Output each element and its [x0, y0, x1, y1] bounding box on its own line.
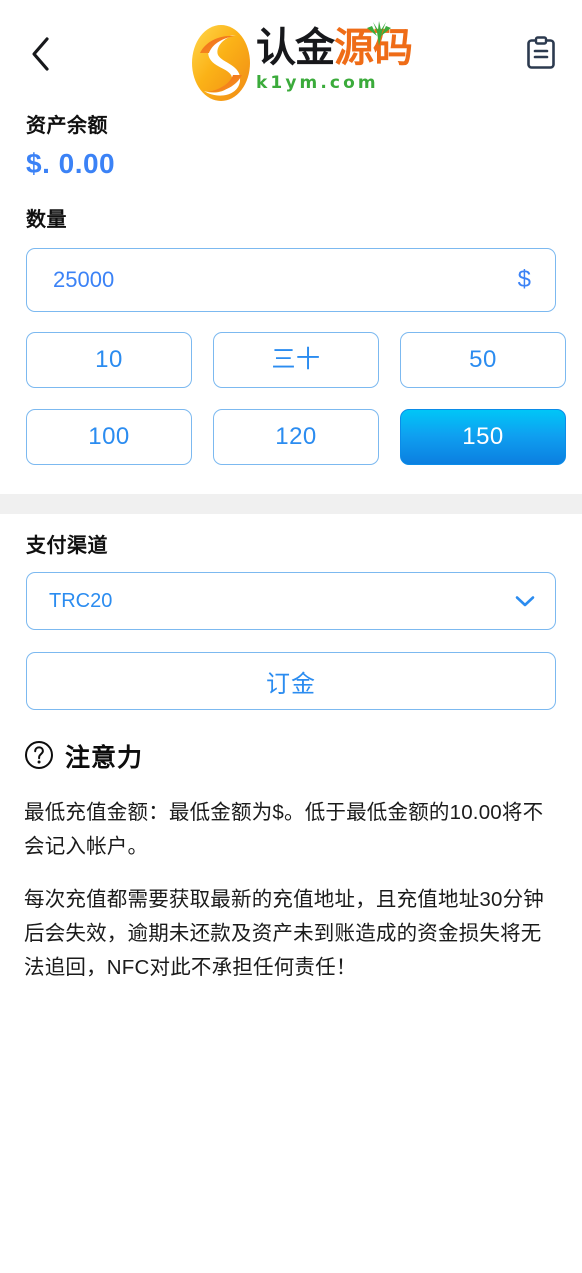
notice-title: 注意力 [65, 743, 144, 772]
logo-wordmark: 认金源码 k1ym.com [256, 21, 413, 93]
notice-section: 注意力 最低充值金额：最低金额为$。低于最低金额的10.00将不会记入帐户。 每… [0, 710, 582, 985]
notice-paragraph-2: 每次充值都需要获取最新的充值地址，且充值地址30分钟后会失效，逾期未还款及资产未… [24, 888, 545, 979]
currency-suffix: $ [517, 266, 531, 293]
payment-channel-section: 支付渠道 TRC20 订金 [0, 514, 582, 710]
amount-input[interactable] [27, 249, 518, 311]
payment-channel-value: TRC20 [49, 589, 113, 612]
chevron-left-icon [30, 36, 52, 72]
question-circle-icon [24, 740, 54, 775]
logo-leaf-icon [362, 20, 396, 51]
payment-channel-select[interactable]: TRC20 [26, 572, 556, 630]
logo-text-part3: 源码 [334, 25, 413, 71]
logo-domain: k1ym.com [256, 73, 379, 93]
deposit-submit-button[interactable]: 订金 [26, 652, 556, 710]
brand-logo: 认金源码 k1ym.com [190, 21, 413, 108]
section-divider [0, 494, 582, 514]
amount-label: 数量 [26, 209, 67, 231]
preset-amount-button-selected[interactable]: 150 [400, 409, 566, 465]
deposit-screen: 认金源码 k1ym.com 资产余额 $. 0.00 数量 25000 $ 10… [0, 0, 582, 1273]
clipboard-icon [526, 35, 556, 73]
app-header: 认金源码 k1ym.com [0, 0, 582, 108]
preset-amount-grid: 10 三十 50 100 120 150 [26, 332, 582, 465]
logo-oval-icon [190, 23, 252, 108]
amount-input-wrapper[interactable]: $ [26, 248, 556, 312]
preset-amount-button[interactable]: 三十 [213, 332, 379, 388]
notice-paragraph-1: 最低充值金额：最低金额为$。低于最低金额的10.00将不会记入帐户。 [24, 801, 544, 858]
preset-amount-button[interactable]: 50 [400, 332, 566, 388]
back-button[interactable] [30, 31, 70, 77]
chevron-down-icon [515, 595, 555, 608]
preset-amount-button[interactable]: 100 [26, 409, 192, 465]
orders-button[interactable] [516, 31, 556, 77]
balance-value: $. 0.00 [26, 148, 116, 179]
balance-label: 资产余额 [26, 115, 108, 137]
logo-text-part2: 金 [295, 25, 335, 71]
amount-section: 数量 $ 10 三十 50 100 120 150 [0, 184, 582, 465]
preset-amount-button[interactable]: 120 [213, 409, 379, 465]
notice-header: 注意力 [24, 740, 558, 775]
logo-text-part1: 认 [256, 25, 296, 71]
balance-section: 资产余额 $. 0.00 [0, 108, 582, 184]
preset-amount-button[interactable]: 10 [26, 332, 192, 388]
payment-channel-label: 支付渠道 [26, 535, 108, 557]
